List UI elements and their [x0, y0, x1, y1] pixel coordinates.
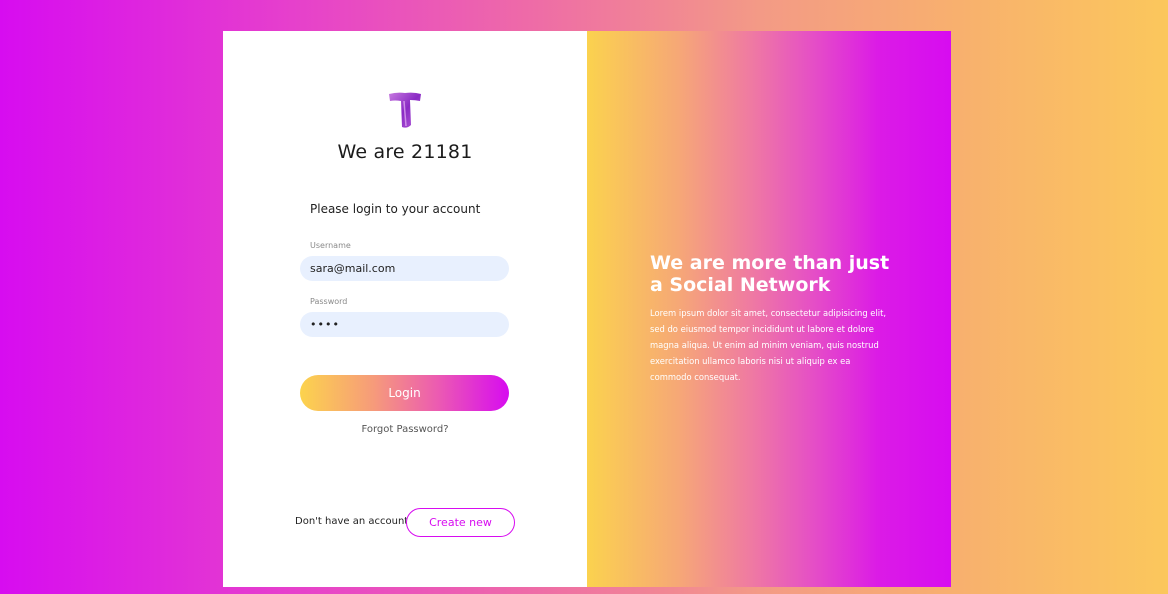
promo-text: Lorem ipsum dolor sit amet, consectetur … — [650, 308, 887, 382]
login-card: We are 21181 Please login to your accoun… — [223, 31, 951, 587]
login-prompt: Please login to your account — [310, 202, 481, 216]
login-button[interactable]: Login — [300, 375, 509, 411]
purple-t-logo-icon — [389, 92, 421, 128]
no-account-text: Don't have an account? — [295, 516, 414, 527]
promo-block: We are more than just a Social Network L… — [650, 252, 890, 385]
promo-panel: We are more than just a Social Network L… — [587, 31, 951, 587]
create-new-button[interactable]: Create new — [406, 508, 515, 537]
page-title: We are 21181 — [337, 141, 473, 163]
username-label: Username — [310, 241, 351, 250]
login-panel: We are 21181 Please login to your accoun… — [223, 31, 587, 587]
password-field[interactable] — [300, 312, 509, 337]
promo-title: We are more than just a Social Network — [650, 252, 890, 296]
forgot-password-link[interactable]: Forgot Password? — [223, 424, 587, 435]
username-field[interactable] — [300, 256, 509, 281]
password-label: Password — [310, 297, 348, 306]
